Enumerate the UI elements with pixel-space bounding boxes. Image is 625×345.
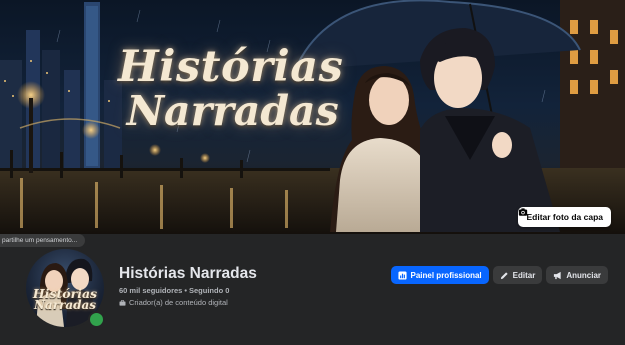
advertise-label: Anunciar xyxy=(566,270,601,280)
avatar-title-line2: Narradas xyxy=(33,297,97,312)
avatar-title: Histórias Narradas xyxy=(26,287,104,312)
edit-cover-photo-label: Editar foto da capa xyxy=(526,212,603,222)
briefcase-icon xyxy=(119,299,126,306)
advertise-button[interactable]: Anunciar xyxy=(546,266,608,284)
professional-dashboard-label: Painel profissional xyxy=(410,270,482,280)
edit-profile-label: Editar xyxy=(512,270,536,280)
profile-actions: Painel profissional Editar Anunciar xyxy=(390,266,608,284)
stats-separator: • xyxy=(184,286,187,295)
online-status-indicator xyxy=(88,311,105,328)
profile-stats: 60 mil seguidores • Seguindo 0 xyxy=(119,286,229,295)
pencil-icon xyxy=(500,271,508,279)
profile-page: Histórias Narradas Editar foto da capa p… xyxy=(0,0,625,345)
edit-cover-photo-button[interactable]: Editar foto da capa xyxy=(518,207,611,227)
cover-photo[interactable]: Histórias Narradas Editar foto da capa xyxy=(0,0,625,234)
camera-icon xyxy=(519,208,528,216)
edit-profile-button[interactable]: Editar xyxy=(492,266,543,284)
followers-count[interactable]: 60 mil seguidores xyxy=(119,286,182,295)
profile-category-label: Criador(a) de conteúdo digital xyxy=(129,298,228,307)
cover-title-line2: Narradas xyxy=(126,87,339,135)
following-count[interactable]: Seguindo 0 xyxy=(189,286,229,295)
cover-title-line1: Histórias xyxy=(118,42,344,92)
cover-title: Histórias Narradas xyxy=(118,46,343,132)
professional-dashboard-button[interactable]: Painel profissional xyxy=(390,266,489,284)
profile-name: Histórias Narradas xyxy=(119,265,257,282)
composer-placeholder-chip[interactable]: partilhe um pensamento... xyxy=(0,234,86,247)
dashboard-icon xyxy=(397,270,407,280)
profile-category: Criador(a) de conteúdo digital xyxy=(119,298,228,307)
megaphone-icon xyxy=(554,271,561,279)
